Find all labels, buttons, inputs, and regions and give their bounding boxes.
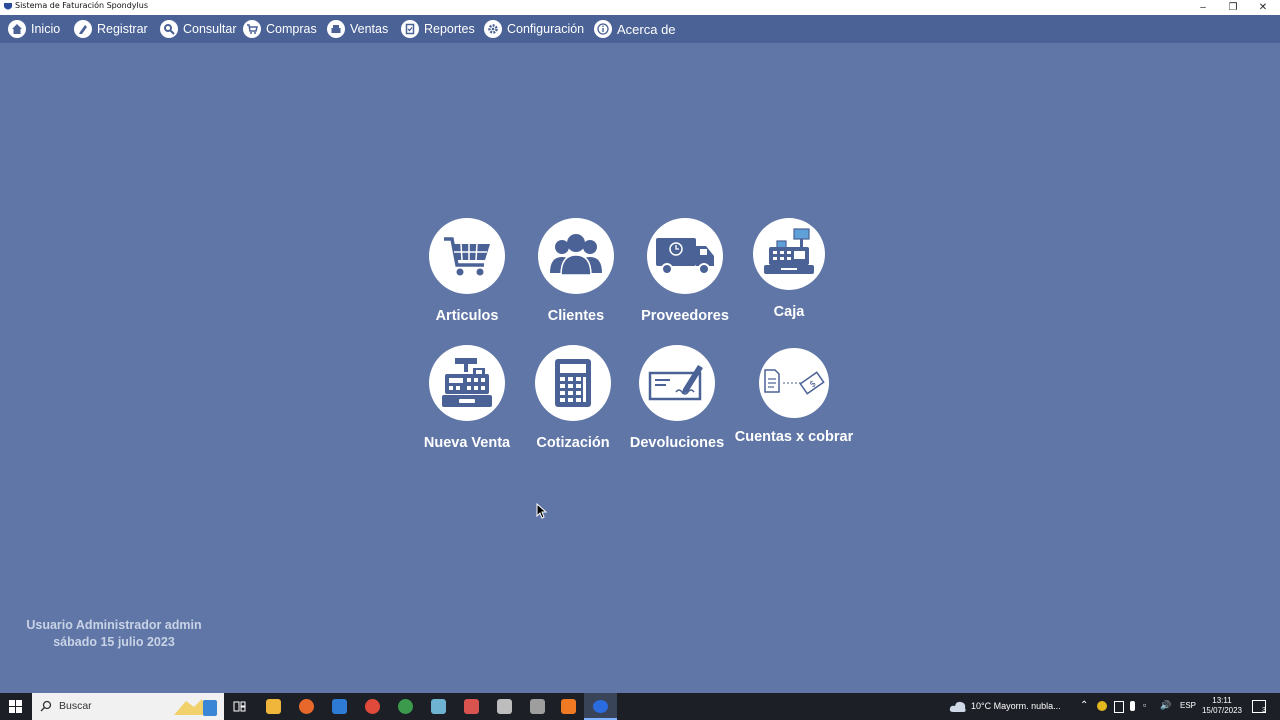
window-title: Sistema de Faturación Spondylus [15, 1, 148, 10]
maximize-button[interactable]: ❐ [1218, 0, 1248, 15]
menu-item-label: Registrar [97, 22, 148, 36]
current-date: sábado 15 julio 2023 [53, 635, 175, 649]
weather-cloud-icon [949, 701, 966, 712]
mouse-cursor-icon [536, 503, 548, 519]
task-view-icon[interactable] [233, 700, 246, 713]
menu-item-label: Reportes [424, 22, 475, 36]
menu-item-registrar[interactable]: Registrar [74, 15, 148, 43]
clock-time: 13:11 [1212, 696, 1232, 705]
spondylus-app-icon [593, 700, 608, 713]
tile-label: Caja [773, 304, 805, 320]
clock-date: 15/07/2023 [1201, 706, 1243, 715]
menu-item-ventas[interactable]: Ventas [327, 15, 388, 43]
minimize-button[interactable]: – [1188, 0, 1218, 15]
search-highlight-icon [174, 699, 217, 716]
menu-item-reportes[interactable]: Reportes [401, 15, 475, 43]
chrome-alt-icon[interactable] [398, 699, 413, 714]
app-icon[interactable] [497, 699, 512, 714]
menu-item-consultar[interactable]: Consultar [160, 15, 237, 43]
menu-item-label: Configuración [507, 22, 585, 36]
cash-register-icon [753, 218, 825, 290]
close-button[interactable]: ✕ [1248, 0, 1278, 15]
cart-icon [429, 218, 505, 294]
language-indicator[interactable]: ESP [1180, 701, 1196, 710]
taskbar: Buscar 10°C Mayorm. nubla... ⌃ ▫ 🔊 ESP 1… [0, 693, 1280, 720]
menu-item-label: Acerca de [617, 21, 676, 37]
search-placeholder: Buscar [59, 700, 92, 712]
calculator-icon [535, 345, 611, 421]
chevron-up-icon[interactable]: ⌃ [1080, 700, 1088, 711]
tile-caja[interactable]: Caja [724, 218, 854, 320]
report-icon [401, 20, 419, 38]
register-icon [327, 20, 345, 38]
home-icon [8, 20, 26, 38]
gear-icon [484, 20, 502, 38]
svg-text:$: $ [808, 379, 818, 390]
notification-count: 3 [1262, 707, 1266, 714]
user-name: Usuario Administrador admin [26, 618, 202, 632]
app-icon[interactable] [530, 699, 545, 714]
tile-cuentas-x-cobrar[interactable]: $ Cuentas x cobrar [729, 345, 859, 445]
file-explorer-icon[interactable] [266, 699, 281, 714]
speaker-icon[interactable]: 🔊 [1160, 700, 1171, 711]
menu-item-acerca-de[interactable]: Acerca de [594, 15, 676, 43]
tray-app-icon[interactable] [1097, 701, 1107, 711]
app-icon[interactable] [431, 699, 446, 714]
firefox-icon[interactable] [299, 699, 314, 714]
menu-item-compras[interactable]: Compras [243, 15, 317, 43]
menu-item-label: Inicio [31, 22, 61, 36]
chrome-icon[interactable] [365, 699, 380, 714]
mail-icon[interactable] [332, 699, 347, 714]
network-icon[interactable]: ▫ [1143, 700, 1146, 710]
menu-bar: Inicio Registrar Consultar Compras Venta… [0, 15, 1280, 43]
xampp-icon[interactable] [561, 699, 576, 714]
window-title-bar: Sistema de Faturación Spondylus – ❐ ✕ [0, 0, 1280, 15]
app-icon[interactable] [464, 699, 479, 714]
invoice-money-icon: $ [759, 348, 829, 418]
active-app-button[interactable] [584, 693, 617, 720]
menu-item-inicio[interactable]: Inicio [8, 15, 60, 43]
cash-register-icon [429, 345, 505, 421]
menu-item-configuracion[interactable]: Configuración [484, 15, 584, 43]
menu-item-label: Compras [266, 22, 317, 36]
tile-label: Devoluciones [629, 435, 725, 451]
cart-icon [243, 20, 261, 38]
check-icon [639, 345, 715, 421]
edit-icon [74, 20, 92, 38]
info-icon [594, 20, 612, 38]
menu-item-label: Ventas [350, 22, 389, 36]
weather-text[interactable]: 10°C Mayorm. nubla... [971, 701, 1061, 711]
windows-start-icon[interactable] [9, 700, 22, 713]
users-icon [538, 218, 614, 294]
truck-icon [647, 218, 723, 294]
search-icon [160, 20, 178, 38]
app-logo-icon [4, 3, 12, 10]
microphone-icon[interactable] [1130, 701, 1135, 711]
taskbar-search-box[interactable]: Buscar [32, 693, 224, 720]
user-info: Usuario Administrador admin sábado 15 ju… [0, 617, 228, 651]
menu-item-label: Consultar [183, 22, 237, 36]
search-icon [40, 700, 52, 712]
clock[interactable]: 13:11 15/07/2023 [1200, 696, 1244, 716]
tile-label: Cuentas x cobrar [734, 429, 854, 445]
tray-clipboard-icon[interactable] [1114, 701, 1124, 713]
tile-devoluciones[interactable]: Devoluciones [612, 345, 742, 451]
